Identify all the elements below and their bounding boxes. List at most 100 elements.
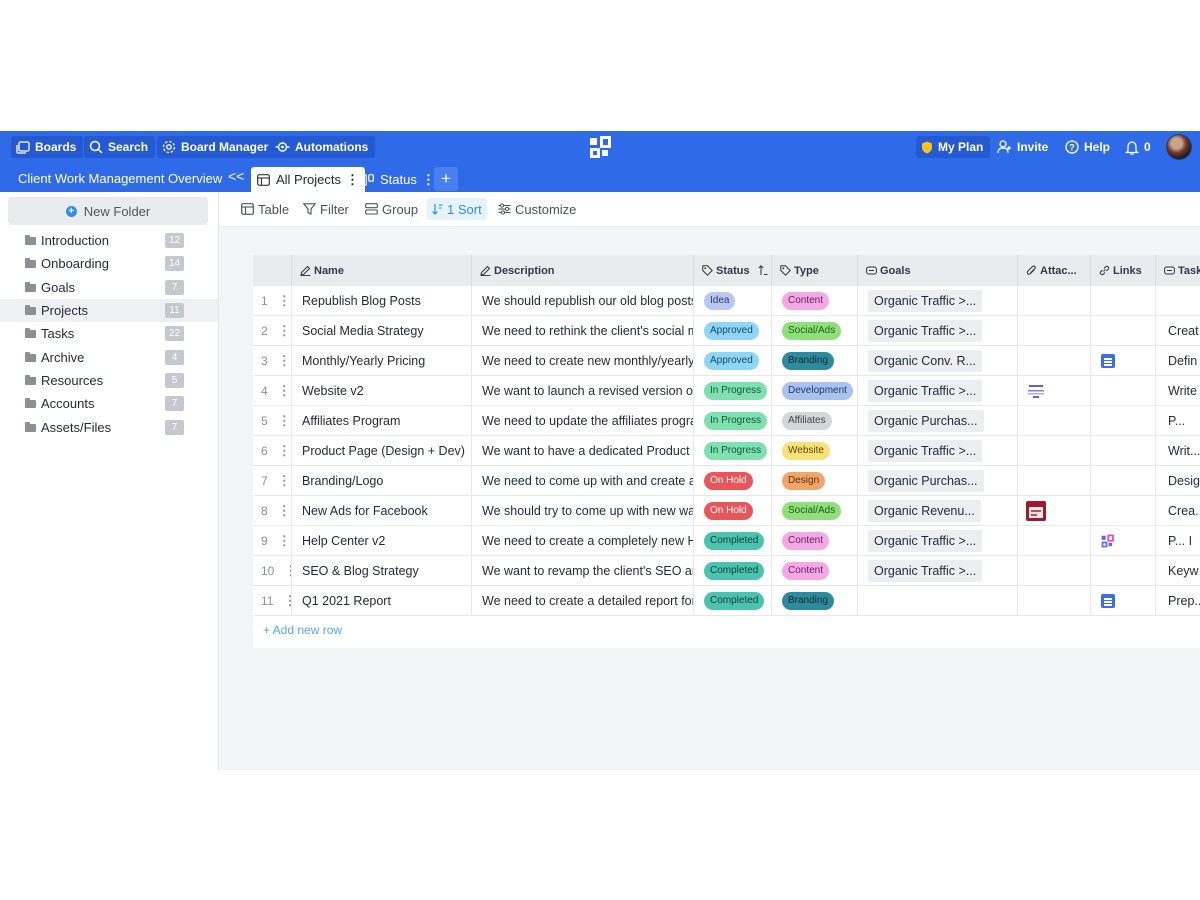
status-cell[interactable]: In Progress [694, 376, 772, 406]
search-button[interactable]: Search [84, 136, 156, 158]
goals-cell[interactable]: Organic Traffic >... [858, 526, 1018, 556]
links-cell[interactable] [1091, 556, 1156, 586]
tasks-cell[interactable]: Crea... [1156, 496, 1200, 526]
row-menu-icon[interactable]: ⋮ [278, 353, 291, 369]
attachments-cell[interactable] [1018, 436, 1091, 466]
links-cell[interactable] [1091, 346, 1156, 376]
tab-all-projects[interactable]: All Projects ⋮ [251, 167, 366, 192]
tasks-cell[interactable]: Writ... [1156, 436, 1200, 466]
description-cell[interactable]: We want to launch a revised version of [472, 376, 694, 406]
collapse-sidebar-button[interactable]: << [228, 168, 244, 184]
description-cell[interactable]: We want to have a dedicated Product P [472, 436, 694, 466]
task-chip[interactable]: Crea... [1168, 504, 1200, 518]
attachments-cell[interactable] [1018, 286, 1091, 316]
board-manager-button[interactable]: Board Manager [157, 136, 276, 158]
tasks-cell[interactable]: P... I [1156, 526, 1200, 556]
type-cell[interactable]: Design [772, 466, 858, 496]
links-cell[interactable] [1091, 526, 1156, 556]
sidebar-item-resources[interactable]: Resources 5 [0, 369, 218, 392]
table-row[interactable]: 7 ⋮ Branding/Logo We need to come up with a… [253, 466, 1200, 496]
goal-chip[interactable]: Organic Traffic >... [868, 440, 983, 462]
name-cell[interactable]: Social Media Strategy [292, 316, 472, 346]
status-cell[interactable]: Approved [694, 316, 772, 346]
name-cell[interactable]: Help Center v2 [292, 526, 472, 556]
column-description[interactable]: Description [472, 255, 694, 286]
notifications-button[interactable]: 0 [1120, 136, 1158, 158]
filter-button[interactable]: Filter [298, 198, 354, 220]
row-menu-icon[interactable]: ⋮ [278, 503, 291, 519]
status-cell[interactable]: On Hold [694, 466, 772, 496]
table-row[interactable]: 9 ⋮ Help Center v2 We need to create a comp… [253, 526, 1200, 556]
goals-cell[interactable] [858, 586, 1018, 616]
column-status[interactable]: Status [694, 255, 772, 286]
name-cell[interactable]: Branding/Logo [292, 466, 472, 496]
automations-button[interactable]: Automations [270, 136, 376, 158]
goal-chip[interactable]: Organic Purchas... [868, 470, 984, 492]
goal-chip[interactable]: Organic Traffic >... [868, 560, 983, 582]
name-cell[interactable]: Monthly/Yearly Pricing [292, 346, 472, 376]
status-cell[interactable]: In Progress [694, 406, 772, 436]
name-cell[interactable]: Affiliates Program [292, 406, 472, 436]
table-row[interactable]: 4 ⋮ Website v2 We want to launch a revised … [253, 376, 1200, 406]
type-cell[interactable]: Branding [772, 586, 858, 616]
add-row-button[interactable]: + Add new row [263, 623, 342, 637]
sidebar-item-introduction[interactable]: Introduction 12 [0, 229, 218, 252]
group-button[interactable]: Group [360, 198, 423, 220]
table-row[interactable]: 6 ⋮ Product Page (Design + Dev) We want to … [253, 436, 1200, 466]
type-cell[interactable]: Website [772, 436, 858, 466]
description-cell[interactable]: We need to create a detailed report for [472, 586, 694, 616]
attachments-cell[interactable] [1018, 496, 1091, 526]
tasks-cell[interactable]: P... [1156, 406, 1200, 436]
column-name[interactable]: Name [292, 255, 472, 286]
tasks-cell[interactable] [1156, 286, 1200, 316]
type-cell[interactable]: Branding [772, 346, 858, 376]
sidebar-item-onboarding[interactable]: Onboarding 14 [0, 252, 218, 275]
goal-chip[interactable]: Organic Traffic >... [868, 530, 983, 552]
column-attachments[interactable]: Attac... [1018, 255, 1091, 286]
goals-cell[interactable]: Organic Conv. R... [858, 346, 1018, 376]
sidebar-item-projects[interactable]: Projects 11 [0, 299, 218, 322]
row-menu-icon[interactable]: ⋮ [278, 473, 291, 489]
links-cell[interactable] [1091, 436, 1156, 466]
task-chip[interactable]: Writ... [1168, 444, 1200, 458]
goals-cell[interactable]: Organic Traffic >... [858, 316, 1018, 346]
attachments-cell[interactable] [1018, 376, 1091, 406]
type-cell[interactable]: Social/Ads [772, 316, 858, 346]
table-row[interactable]: 5 ⋮ Affiliates Program We need to update th… [253, 406, 1200, 436]
row-menu-icon[interactable]: ⋮ [284, 563, 291, 579]
column-tasks[interactable]: Task [1156, 255, 1200, 286]
goals-cell[interactable]: Organic Purchas... [858, 466, 1018, 496]
task-chip[interactable]: P... [1168, 414, 1185, 428]
row-menu-icon[interactable]: ⋮ [278, 533, 291, 549]
goal-chip[interactable]: Organic Revenu... [868, 500, 981, 522]
links-cell[interactable] [1091, 376, 1156, 406]
row-menu-icon[interactable]: ⋮ [278, 413, 291, 429]
table-view-button[interactable]: Table [236, 198, 294, 220]
tasks-cell[interactable]: Keyw [1156, 556, 1200, 586]
task-chip[interactable]: Defin [1168, 354, 1197, 368]
tasks-cell[interactable]: Write [1156, 376, 1200, 406]
attachment-thumbnail[interactable] [1026, 501, 1046, 521]
avatar[interactable] [1166, 134, 1192, 160]
goal-chip[interactable]: Organic Conv. R... [868, 350, 982, 372]
attachments-cell[interactable] [1018, 316, 1091, 346]
row-menu-icon[interactable]: ⋮ [278, 443, 291, 459]
name-cell[interactable]: New Ads for Facebook [292, 496, 472, 526]
description-cell[interactable]: We need to create new monthly/yearly p [472, 346, 694, 376]
status-cell[interactable]: Completed [694, 556, 772, 586]
app-logo-icon[interactable] [1101, 534, 1115, 548]
name-cell[interactable]: Website v2 [292, 376, 472, 406]
status-cell[interactable]: Idea [694, 286, 772, 316]
column-goals[interactable]: Goals [858, 255, 1018, 286]
sidebar-item-assets-files[interactable]: Assets/Files 7 [0, 416, 218, 439]
invite-button[interactable]: Invite [992, 136, 1055, 158]
goals-cell[interactable]: Organic Traffic >... [858, 556, 1018, 586]
description-cell[interactable]: We should republish our old blog posts [472, 286, 694, 316]
name-cell[interactable]: Republish Blog Posts [292, 286, 472, 316]
name-cell[interactable]: Q1 2021 Report [292, 586, 472, 616]
table-row[interactable]: 2 ⋮ Social Media Strategy We need to rethin… [253, 316, 1200, 346]
attachments-cell[interactable] [1018, 406, 1091, 436]
type-cell[interactable]: Content [772, 286, 858, 316]
row-menu-icon[interactable]: ⋮ [278, 323, 291, 339]
attachments-cell[interactable] [1018, 346, 1091, 376]
